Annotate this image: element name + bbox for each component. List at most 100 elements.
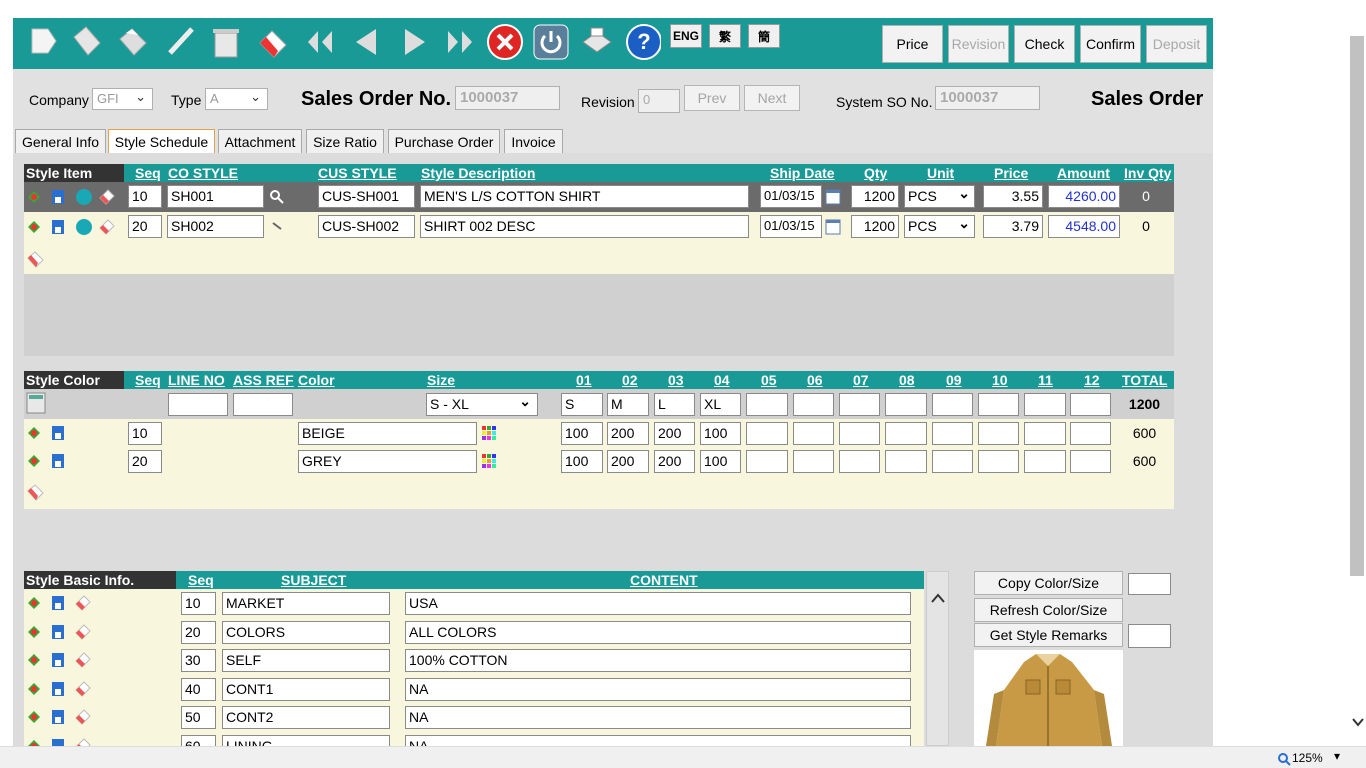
size-qty-field[interactable] bbox=[885, 450, 927, 473]
search-icon[interactable] bbox=[269, 219, 285, 235]
basic-info-row[interactable]: 30 SELF 100% COTTON bbox=[24, 646, 924, 674]
seq-field[interactable]: 10 bbox=[128, 185, 162, 208]
save-icon[interactable] bbox=[50, 652, 66, 668]
col-size-05[interactable]: 05 bbox=[761, 371, 777, 389]
size-qty-field[interactable]: 200 bbox=[654, 450, 695, 473]
save-icon[interactable] bbox=[50, 453, 66, 469]
size-qty-field[interactable]: 200 bbox=[654, 422, 695, 445]
calculator-icon[interactable] bbox=[26, 392, 46, 414]
col-size-10[interactable]: 10 bbox=[992, 371, 1008, 389]
col-seq[interactable]: Seq bbox=[135, 371, 161, 389]
qty-field[interactable]: 1200 bbox=[851, 185, 899, 208]
col-content[interactable]: CONTENT bbox=[630, 571, 698, 589]
content-field[interactable]: 100% COTTON bbox=[405, 649, 911, 672]
close-icon[interactable] bbox=[487, 24, 523, 60]
size-qty-field[interactable]: 100 bbox=[700, 422, 741, 445]
eraser-icon[interactable] bbox=[75, 623, 91, 640]
tab-size-ratio[interactable]: Size Ratio bbox=[306, 129, 384, 154]
move-icon[interactable] bbox=[26, 595, 42, 611]
col-unit[interactable]: Unit bbox=[927, 164, 954, 182]
content-field[interactable]: USA bbox=[405, 592, 911, 615]
col-size-12[interactable]: 12 bbox=[1084, 371, 1100, 389]
page-scrollbar[interactable] bbox=[1349, 18, 1366, 746]
seq-field[interactable]: 50 bbox=[181, 706, 216, 729]
size-qty-field[interactable] bbox=[793, 450, 834, 473]
color-field[interactable]: BEIGE bbox=[298, 422, 477, 445]
size-label-field[interactable]: M bbox=[607, 393, 649, 416]
col-subject[interactable]: SUBJECT bbox=[281, 571, 346, 589]
deposit-button[interactable]: Deposit bbox=[1146, 25, 1207, 63]
refresh-color-size-button[interactable]: Refresh Color/Size bbox=[974, 598, 1123, 622]
eraser-icon[interactable] bbox=[255, 24, 291, 60]
eraser-icon[interactable] bbox=[99, 219, 115, 235]
price-button[interactable]: Price bbox=[882, 25, 943, 63]
eraser-icon[interactable] bbox=[75, 595, 91, 611]
size-qty-field[interactable] bbox=[839, 450, 880, 473]
lang-simplified-button[interactable]: 簡 bbox=[748, 24, 780, 48]
save-icon[interactable] bbox=[50, 219, 66, 235]
move-icon[interactable] bbox=[26, 652, 42, 668]
size-label-field[interactable] bbox=[932, 393, 973, 416]
style-remarks-input[interactable] bbox=[1128, 624, 1171, 648]
tab-general-info[interactable]: General Info bbox=[15, 129, 106, 154]
scrollbar-thumb[interactable] bbox=[1350, 36, 1364, 576]
col-style-description[interactable]: Style Description bbox=[421, 164, 535, 182]
move-icon[interactable] bbox=[26, 624, 42, 640]
check-button[interactable]: Check bbox=[1014, 25, 1075, 63]
scroll-down-icon[interactable] bbox=[1351, 716, 1365, 728]
get-style-remarks-button[interactable]: Get Style Remarks bbox=[974, 623, 1123, 647]
basic-info-row[interactable]: 20 COLORS ALL COLORS bbox=[24, 618, 924, 646]
size-qty-field[interactable] bbox=[1024, 450, 1066, 473]
size-label-field[interactable] bbox=[793, 393, 834, 416]
move-icon[interactable] bbox=[26, 681, 42, 697]
zoom-icon[interactable] bbox=[1277, 752, 1291, 766]
basic-info-scrollbar[interactable] bbox=[926, 571, 949, 746]
ship-date-field[interactable]: 01/03/15 bbox=[760, 185, 822, 208]
col-size-11[interactable]: 11 bbox=[1038, 371, 1053, 389]
col-size[interactable]: Size bbox=[427, 371, 455, 389]
copy-color-size-input[interactable] bbox=[1128, 573, 1171, 595]
type-select[interactable]: A ⌄ bbox=[205, 88, 268, 110]
style-item-row[interactable]: 20 SH002 CUS-SH002 SHIRT 002 DESC 01/03/… bbox=[24, 212, 1174, 242]
company-select[interactable]: GFI ⌄ bbox=[92, 88, 153, 110]
size-label-field[interactable] bbox=[978, 393, 1019, 416]
content-field[interactable]: NA bbox=[405, 706, 911, 729]
search-icon[interactable] bbox=[269, 189, 285, 205]
col-size-03[interactable]: 03 bbox=[668, 371, 684, 389]
size-qty-field[interactable] bbox=[793, 422, 834, 445]
size-qty-field[interactable] bbox=[746, 450, 788, 473]
save-icon[interactable] bbox=[50, 189, 66, 205]
seq-field[interactable]: 30 bbox=[181, 649, 216, 672]
subject-field[interactable]: MARKET bbox=[222, 592, 390, 615]
co-style-field[interactable]: SH001 bbox=[167, 185, 264, 208]
col-total[interactable]: TOTAL bbox=[1122, 371, 1167, 389]
col-seq[interactable]: Seq bbox=[188, 571, 214, 589]
col-line-no[interactable]: LINE NO bbox=[168, 371, 225, 389]
eraser-icon[interactable] bbox=[75, 680, 91, 697]
col-amount[interactable]: Amount bbox=[1057, 164, 1110, 182]
save-icon[interactable] bbox=[50, 681, 66, 697]
size-range-select[interactable]: S - XL ⌄ bbox=[426, 393, 538, 416]
save-icon[interactable] bbox=[50, 624, 66, 640]
size-qty-field[interactable] bbox=[746, 422, 788, 445]
confirm-button[interactable]: Confirm bbox=[1080, 25, 1141, 63]
seq-field[interactable]: 40 bbox=[181, 677, 216, 701]
col-size-07[interactable]: 07 bbox=[853, 371, 869, 389]
power-icon[interactable] bbox=[533, 24, 569, 60]
eraser-icon[interactable] bbox=[99, 189, 115, 205]
size-qty-field[interactable]: 200 bbox=[607, 450, 649, 473]
unit-select[interactable]: PCS ⌄ bbox=[904, 215, 975, 238]
prev-button[interactable]: Prev bbox=[684, 85, 740, 111]
basic-info-row[interactable]: 40 CONT1 NA bbox=[24, 675, 924, 703]
basic-info-row[interactable]: 10 MARKET USA bbox=[24, 589, 924, 617]
next-record-icon[interactable] bbox=[396, 24, 432, 60]
copy-color-size-button[interactable]: Copy Color/Size bbox=[974, 571, 1123, 595]
edit-icon[interactable] bbox=[69, 24, 105, 60]
zoom-dropdown-icon[interactable]: ▾ bbox=[1334, 749, 1340, 763]
size-label-field[interactable] bbox=[885, 393, 927, 416]
move-icon[interactable] bbox=[26, 189, 42, 205]
unit-select[interactable]: PCS ⌄ bbox=[904, 185, 975, 208]
revision-button[interactable]: Revision bbox=[948, 25, 1009, 63]
color-palette-icon[interactable] bbox=[482, 454, 496, 468]
seq-field[interactable]: 10 bbox=[181, 592, 216, 615]
